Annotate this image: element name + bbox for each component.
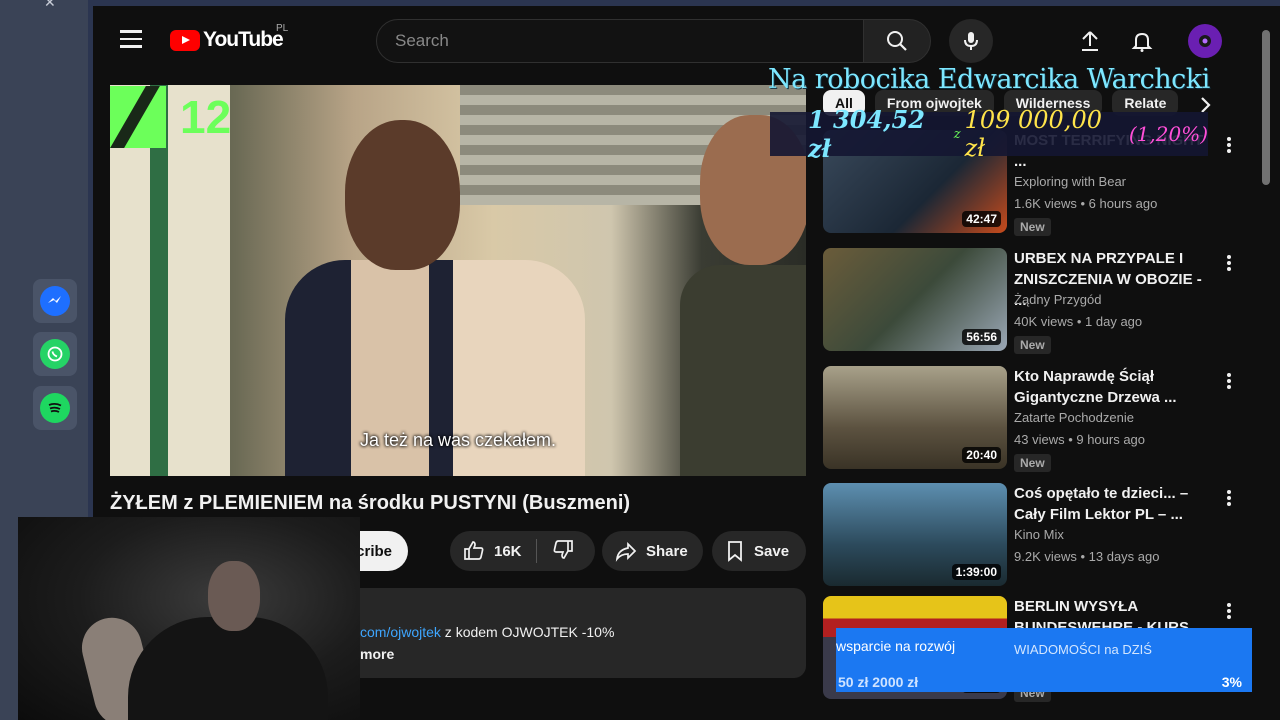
more-options-icon[interactable] bbox=[1221, 600, 1237, 622]
search-icon bbox=[887, 31, 907, 51]
channel-watermark: 12 bbox=[110, 86, 231, 148]
share-label: Share bbox=[646, 542, 688, 560]
goal-separator: z bbox=[953, 126, 961, 142]
goal-percent: (1,20%) bbox=[1128, 122, 1208, 146]
duration-badge: 1:39:00 bbox=[951, 564, 1001, 580]
alert-percent: 3% bbox=[1221, 674, 1242, 690]
duration-badge: 20:40 bbox=[962, 447, 1001, 463]
thumbs-up-icon bbox=[464, 541, 484, 560]
new-badge: New bbox=[1014, 454, 1051, 472]
like-count: 16K bbox=[494, 542, 522, 560]
upload-button[interactable] bbox=[1075, 26, 1105, 56]
duration-badge: 42:47 bbox=[962, 211, 1001, 227]
like-dislike-group: 16K bbox=[450, 531, 595, 571]
new-badge: New bbox=[1014, 218, 1051, 236]
whatsapp-app[interactable] bbox=[33, 332, 77, 376]
video-thumbnail[interactable]: 20:40 bbox=[823, 366, 1007, 469]
recommendation-channel[interactable]: Zatarte Pochodzenie bbox=[1014, 410, 1134, 425]
voice-search-button[interactable] bbox=[949, 19, 993, 63]
recommendation-item[interactable]: 1:39:00 Coś opętało te dzieci... – Cały F… bbox=[823, 483, 1253, 587]
alert-message: wsparcie na rozwój bbox=[836, 638, 956, 654]
description-text: z kodem OJWOJTEK -10% bbox=[440, 624, 615, 640]
whatsapp-icon bbox=[40, 339, 70, 369]
description-line: com/ojwojtek z kodem OJWOJTEK -10% bbox=[360, 624, 806, 640]
youtube-logo[interactable]: YouTube PL bbox=[170, 23, 288, 52]
goal-target: 109 000,00 zł bbox=[964, 106, 1102, 162]
video-title: ŻYŁEM z PLEMIENIEM na środku PUSTYNI (Bu… bbox=[110, 492, 631, 514]
recommendation-meta: 40K views • 1 day ago bbox=[1014, 314, 1143, 329]
recommendation-channel[interactable]: Exploring with Bear bbox=[1014, 174, 1126, 189]
donation-goal-overlay: 1 304,52 zł z 109 000,00 zł (1,20%) bbox=[770, 105, 1208, 163]
dislike-button[interactable] bbox=[551, 537, 575, 565]
settings-icon[interactable]: ✕ bbox=[44, 0, 56, 11]
search-input[interactable]: Search bbox=[376, 19, 864, 63]
avatar[interactable] bbox=[1188, 24, 1222, 58]
messenger-app[interactable] bbox=[33, 279, 77, 323]
more-options-icon[interactable] bbox=[1221, 370, 1237, 392]
like-separator bbox=[535, 539, 537, 563]
goal-current: 1 304,52 zł bbox=[808, 105, 925, 163]
recommendation-item[interactable]: 20:40 Kto Naprawdę Ściął Gigantyczne Drze… bbox=[823, 366, 1253, 472]
save-label: Save bbox=[754, 542, 790, 560]
video-frame-person bbox=[680, 115, 806, 476]
search-placeholder: Search bbox=[395, 31, 449, 50]
donation-alert-overlay: wsparcie na rozwój WIADOMOŚCI na DZIŚ 50… bbox=[836, 628, 1252, 692]
recommendation-title[interactable]: Kto Naprawdę Ściął Gigantyczne Drzewa ..… bbox=[1014, 366, 1214, 408]
video-thumbnail[interactable]: 1:39:00 bbox=[823, 483, 1007, 586]
video-subtitle: Ja też na was czekałem. bbox=[359, 430, 557, 450]
menu-button[interactable] bbox=[120, 30, 142, 53]
more-options-icon[interactable] bbox=[1221, 134, 1237, 156]
upload-icon bbox=[1082, 31, 1098, 51]
browser-frame bbox=[88, 0, 1280, 6]
recommendation-meta: 43 views • 9 hours ago bbox=[1014, 432, 1146, 447]
bookmark-icon bbox=[728, 541, 742, 562]
notifications-button[interactable] bbox=[1127, 26, 1157, 56]
donor-name-overlay: Na robocika Edwarcika Warchcki bbox=[768, 64, 1210, 95]
like-button[interactable]: 16K bbox=[462, 539, 522, 563]
video-description[interactable]: com/ojwojtek z kodem OJWOJTEK -10% more bbox=[340, 588, 806, 678]
save-button[interactable]: Save bbox=[712, 531, 806, 571]
watermark-number: 12 bbox=[180, 91, 232, 143]
avatar-logo-icon bbox=[1199, 35, 1211, 47]
logo-text: YouTube bbox=[203, 28, 284, 51]
recommendation-title[interactable]: Coś opętało te dzieci... – Cały Film Lek… bbox=[1014, 483, 1214, 525]
country-code: PL bbox=[276, 23, 289, 34]
share-icon bbox=[615, 541, 637, 562]
description-more-button[interactable]: more bbox=[360, 646, 806, 662]
microphone-icon bbox=[964, 32, 978, 50]
youtube-play-icon bbox=[170, 29, 200, 51]
share-button[interactable]: Share bbox=[602, 531, 703, 571]
k-logo-icon bbox=[110, 86, 166, 148]
scrollbar[interactable] bbox=[1262, 30, 1270, 185]
more-options-icon[interactable] bbox=[1221, 252, 1237, 274]
thumbs-down-icon bbox=[553, 540, 573, 559]
subscribe-label: cribe bbox=[356, 542, 392, 560]
recommendation-channel[interactable]: Żądny Przygód bbox=[1014, 292, 1101, 307]
video-frame-person bbox=[285, 120, 585, 476]
description-link[interactable]: com/ojwojtek bbox=[360, 624, 441, 640]
alert-amounts: 50 zł 2000 zł bbox=[838, 674, 919, 690]
bell-icon bbox=[1131, 32, 1153, 52]
recommendation-meta: 9.2K views • 13 days ago bbox=[1014, 549, 1160, 564]
new-badge: New bbox=[1014, 336, 1051, 354]
spotify-app[interactable] bbox=[33, 386, 77, 430]
recommendation-channel[interactable]: Kino Mix bbox=[1014, 527, 1064, 542]
recommendation-meta: 1.6K views • 6 hours ago bbox=[1014, 196, 1158, 211]
spotify-icon bbox=[40, 393, 70, 423]
more-options-icon[interactable] bbox=[1221, 487, 1237, 509]
alert-news: WIADOMOŚCI na DZIŚ bbox=[1014, 642, 1152, 657]
duration-badge: 56:56 bbox=[962, 329, 1001, 345]
video-thumbnail[interactable]: 56:56 bbox=[823, 248, 1007, 351]
recommendation-item[interactable]: 56:56 URBEX NA PRZYPALE I ZNISZCZENIA W O… bbox=[823, 248, 1253, 354]
webcam-overlay bbox=[18, 517, 360, 720]
search-button[interactable] bbox=[863, 19, 931, 63]
messenger-icon bbox=[40, 286, 70, 316]
